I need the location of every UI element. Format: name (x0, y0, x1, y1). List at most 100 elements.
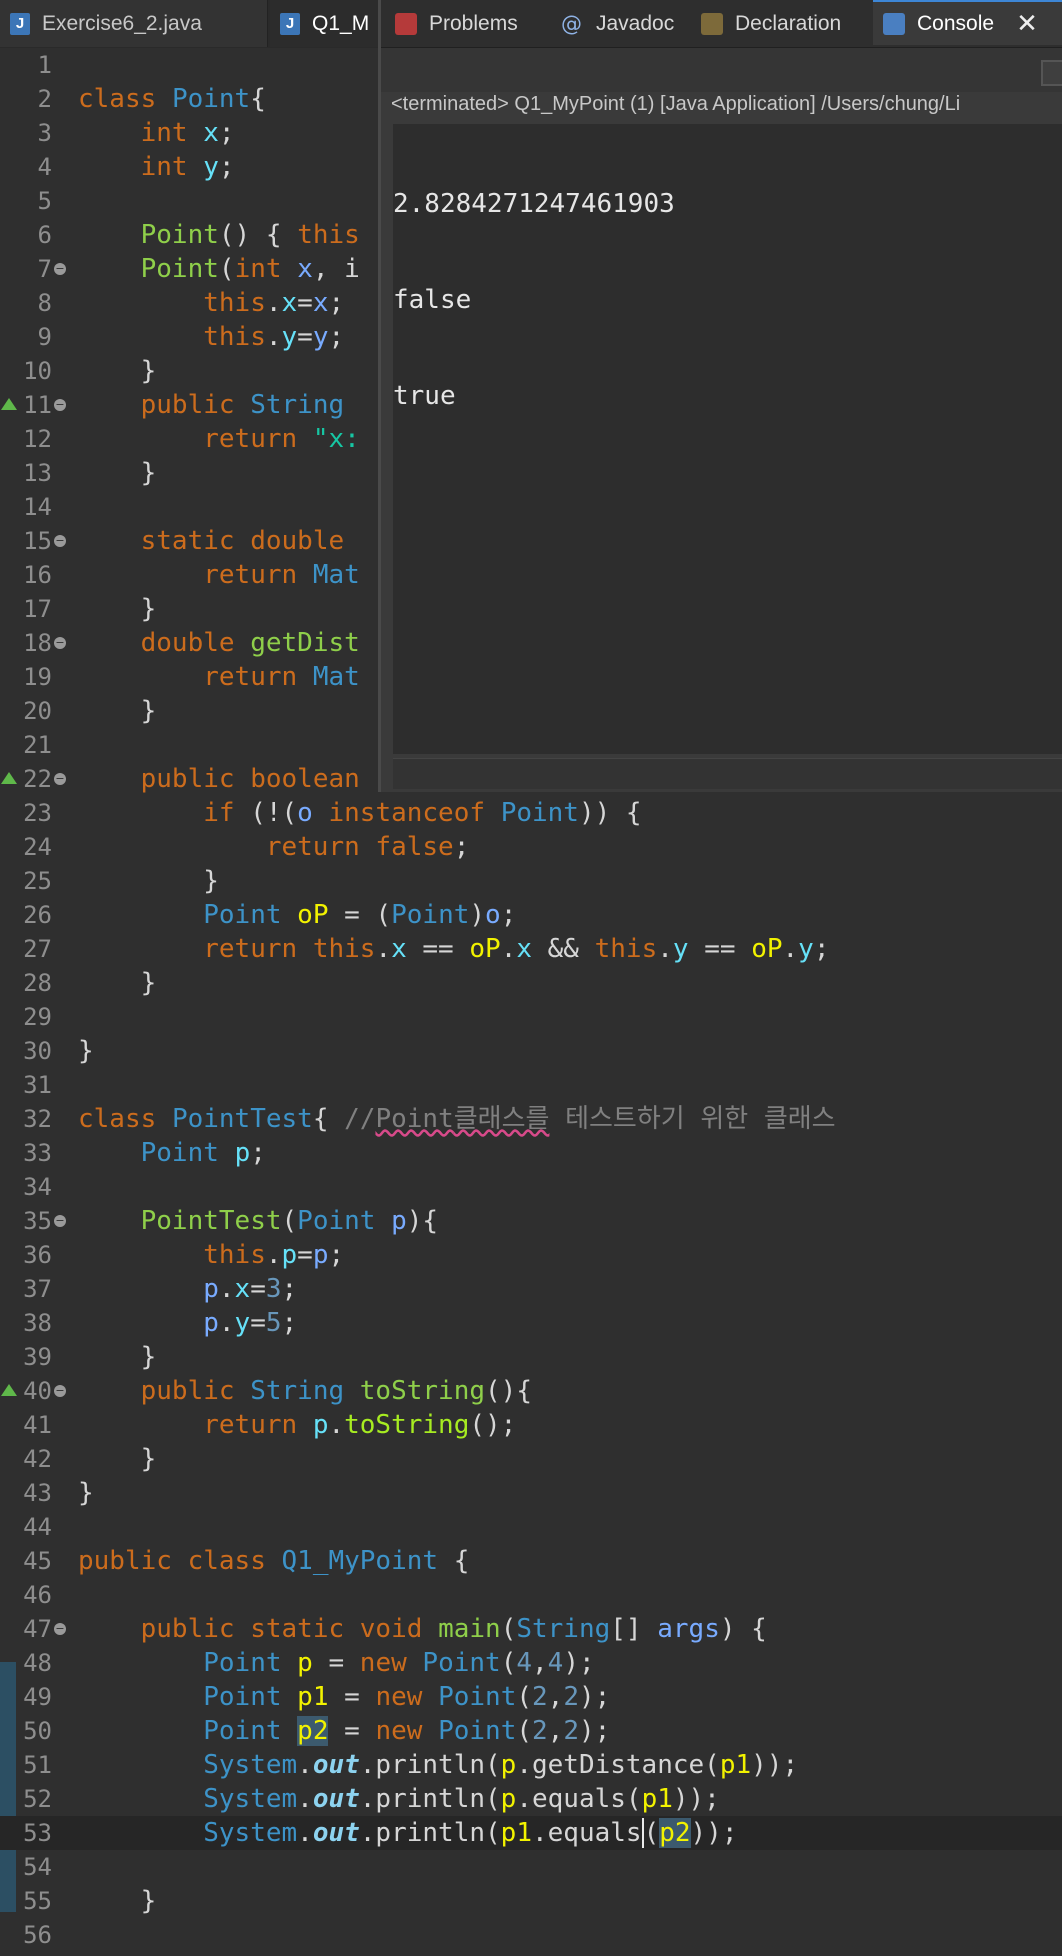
tab-declaration[interactable]: Declaration (701, 0, 841, 47)
fold-collapse-icon[interactable]: − (54, 637, 66, 649)
line-number: 39 (23, 1343, 52, 1371)
javadoc-icon: @ (561, 11, 582, 36)
line-number: 12 (23, 425, 52, 453)
fold-collapse-icon[interactable]: − (54, 1385, 66, 1397)
console-output[interactable]: 2.8284271247461903 false true (393, 124, 1062, 754)
java-file-icon: J (10, 12, 30, 35)
code-line[interactable]: 52 System.out.println(p.equals(p1)); (0, 1782, 1062, 1816)
code-line[interactable]: 36 this.p=p; (0, 1238, 1062, 1272)
code-line[interactable]: 44 (0, 1510, 1062, 1544)
code-line[interactable]: 33 Point p; (0, 1136, 1062, 1170)
tab-label: Javadoc (596, 11, 675, 35)
code-line[interactable]: 48 Point p = new Point(4,4); (0, 1646, 1062, 1680)
line-number: 24 (23, 833, 52, 861)
line-number: 32 (23, 1105, 52, 1133)
line-number: 17 (23, 595, 52, 623)
line-number: 20 (23, 697, 52, 725)
editor-tab-q1-mypoint[interactable]: J Q1_M (270, 0, 390, 47)
toolbar-button[interactable] (1041, 60, 1062, 86)
line-number: 4 (37, 153, 52, 181)
editor-tab-bar: J Exercise6_2.java J Q1_M (0, 0, 390, 49)
line-number: 11 (23, 391, 52, 419)
declaration-icon (701, 12, 723, 35)
code-line[interactable]: 26 Point oP = (Point)o; (0, 898, 1062, 932)
fold-collapse-icon[interactable]: − (54, 1623, 66, 1635)
code-line[interactable]: 34 (0, 1170, 1062, 1204)
code-line[interactable]: 54 (0, 1850, 1062, 1884)
line-number: 8 (37, 289, 52, 317)
line-number: 35 (23, 1207, 52, 1235)
line-number: 45 (23, 1547, 52, 1575)
fold-collapse-icon[interactable]: − (54, 773, 66, 785)
line-number: 31 (23, 1071, 52, 1099)
line-number: 44 (23, 1513, 52, 1541)
fold-collapse-icon[interactable]: − (54, 1215, 66, 1227)
line-number: 10 (23, 357, 52, 385)
console-output-line: true (393, 381, 456, 411)
tab-console[interactable]: Console ✕ (873, 0, 1062, 45)
console-scrollbar[interactable] (393, 758, 1062, 789)
line-number: 54 (23, 1853, 52, 1881)
code-line[interactable]: 56 (0, 1918, 1062, 1952)
code-line[interactable]: 45 public class Q1_MyPoint { (0, 1544, 1062, 1578)
line-number: 49 (23, 1683, 52, 1711)
code-line[interactable]: 51 System.out.println(p.getDistance(p1))… (0, 1748, 1062, 1782)
fold-collapse-icon[interactable]: − (54, 399, 66, 411)
line-number: 9 (37, 323, 52, 351)
line-number: 25 (23, 867, 52, 895)
line-number: 38 (23, 1309, 52, 1337)
line-number: 56 (23, 1921, 52, 1949)
text-cursor: ( (641, 1818, 660, 1848)
fold-collapse-icon[interactable]: − (54, 263, 66, 275)
line-number: 5 (37, 187, 52, 215)
code-line[interactable]: 23 if (!(o instanceof Point)) { (0, 796, 1062, 830)
line-number: 22 (23, 765, 52, 793)
fold-collapse-icon[interactable]: − (54, 535, 66, 547)
line-number: 50 (23, 1717, 52, 1745)
code-line[interactable]: 40− public String toString(){ (0, 1374, 1062, 1408)
code-line[interactable]: 42 } (0, 1442, 1062, 1476)
code-line[interactable]: 55 } (0, 1884, 1062, 1918)
code-line[interactable]: 37 p.x=3; (0, 1272, 1062, 1306)
editor-tab-exercise6-2[interactable]: J Exercise6_2.java (0, 0, 268, 47)
code-line[interactable]: 50 Point p2 = new Point(2,2); (0, 1714, 1062, 1748)
tab-javadoc[interactable]: @ Javadoc (561, 0, 674, 47)
code-line[interactable]: 46 (0, 1578, 1062, 1612)
line-number: 37 (23, 1275, 52, 1303)
console-output-line: false (393, 285, 472, 315)
line-number: 41 (23, 1411, 52, 1439)
tab-problems[interactable]: Problems (395, 0, 518, 47)
code-line[interactable]: 35− PointTest(Point p){ (0, 1204, 1062, 1238)
line-number: 2 (37, 85, 52, 113)
code-line[interactable]: 47− public static void main(String[] arg… (0, 1612, 1062, 1646)
code-line[interactable]: 28 } (0, 966, 1062, 1000)
code-line-current[interactable]: 53 System.out.println(p1.equals(p2)); (0, 1816, 1062, 1850)
line-number: 14 (23, 493, 52, 521)
code-line[interactable]: 49 Point p1 = new Point(2,2); (0, 1680, 1062, 1714)
code-line[interactable]: 27 return this.x == oP.x && this.y == oP… (0, 932, 1062, 966)
code-line[interactable]: 29 (0, 1000, 1062, 1034)
code-line[interactable]: 31 (0, 1068, 1062, 1102)
line-number: 46 (23, 1581, 52, 1609)
line-number: 51 (23, 1751, 52, 1779)
code-line[interactable]: 25 } (0, 864, 1062, 898)
code-line[interactable]: 38 p.y=5; (0, 1306, 1062, 1340)
line-number: 1 (37, 51, 52, 79)
code-line[interactable]: 39 } (0, 1340, 1062, 1374)
line-number: 48 (23, 1649, 52, 1677)
line-number: 19 (23, 663, 52, 691)
code-line[interactable]: 32 class PointTest{ //Point클래스를 테스트하기 위한 … (0, 1102, 1062, 1136)
line-number: 26 (23, 901, 52, 929)
line-number: 55 (23, 1887, 52, 1915)
line-number: 42 (23, 1445, 52, 1473)
close-icon[interactable]: ✕ (1016, 9, 1038, 39)
code-line[interactable]: 41 return p.toString(); (0, 1408, 1062, 1442)
line-number: 23 (23, 799, 52, 827)
console-icon (883, 12, 905, 35)
code-line[interactable]: 30} (0, 1034, 1062, 1068)
line-number: 29 (23, 1003, 52, 1031)
problems-icon (395, 12, 417, 35)
code-line[interactable]: 43} (0, 1476, 1062, 1510)
console-view: Problems @ Javadoc Declaration Console ✕… (378, 0, 1062, 792)
code-line[interactable]: 24 return false; (0, 830, 1062, 864)
